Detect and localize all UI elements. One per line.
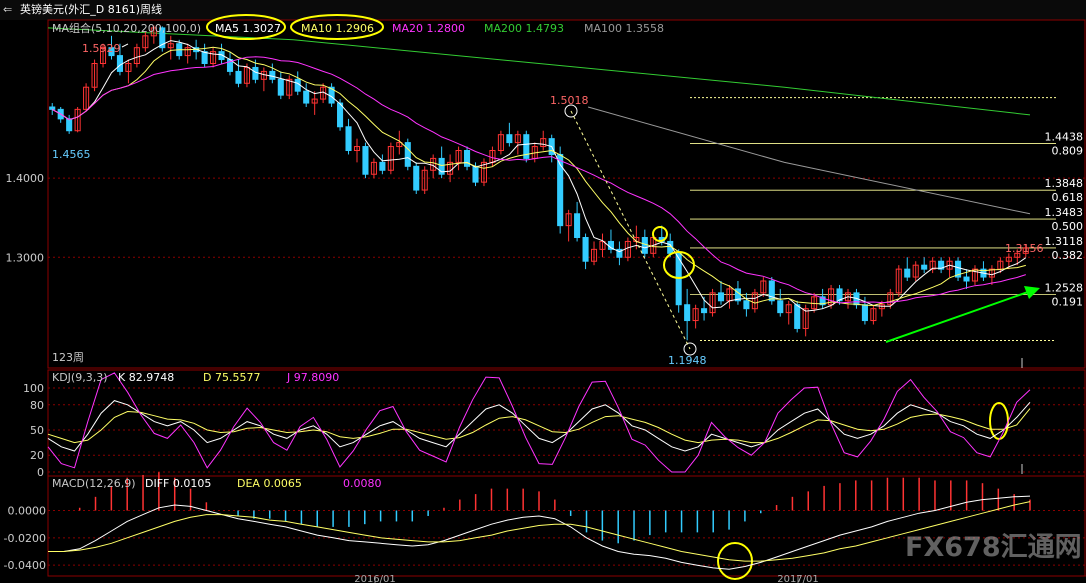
price-annotation-label: 1.5929 [82, 42, 121, 55]
time-axis-label: 2017/01 [777, 574, 819, 583]
legend-item: D 75.5577 [203, 371, 261, 384]
candle-body [684, 304, 691, 322]
candle-body [252, 66, 259, 80]
time-axis-label: 2016/01 [354, 574, 396, 583]
candle-body [362, 146, 369, 175]
fib-price-label: 1.3483 [1045, 206, 1084, 219]
candle-body [201, 51, 208, 64]
retracement-line [570, 110, 691, 350]
candle-body [794, 304, 801, 329]
macd-tick-label: 0.0000 [8, 505, 47, 518]
price-tick-label: 1.3000 [6, 251, 45, 264]
candle-body [379, 161, 386, 171]
legend-item: DEA 0.0065 [237, 477, 302, 490]
candle-body [404, 142, 411, 167]
candle-body [777, 300, 784, 314]
period-label: 123周 [52, 351, 84, 364]
legend-item: MA10 1.2906 [301, 22, 374, 35]
price-annotation-label: 1.1948 [668, 354, 707, 367]
candle-body [582, 237, 589, 262]
candle-body [921, 264, 928, 270]
legend-item: MA20 1.2800 [392, 22, 465, 35]
ma20-line [51, 56, 1026, 304]
high-pointer [121, 43, 129, 48]
candle-body [413, 165, 420, 191]
kdj-tick-label: 80 [30, 399, 44, 412]
candle-body [963, 276, 970, 282]
candle-body [506, 134, 513, 144]
fib-ratio-label: 0.618 [1052, 191, 1084, 204]
chart-svg: 1.3000 1.4000 0 20 50 80 100 0.0000 -0.0200 -0.04… [4, 14, 1086, 583]
kdj-tick-label: 0 [37, 466, 44, 479]
price-annotation-label: 1.4565 [52, 148, 91, 161]
fib-ratio-label: 0.500 [1052, 220, 1084, 233]
ma5-line [51, 40, 1027, 312]
legend-item: MA组合(5,10,20,200,100,0) [52, 22, 202, 35]
chart-stage: ⇐ 英镑美元(外汇_D 8161)周线 1.3000 1.4000 0 20 50 80 1… [0, 0, 1086, 583]
price-frame [47, 19, 1086, 369]
candle-body [717, 292, 725, 302]
fib-price-label: 1.3848 [1045, 177, 1084, 190]
legend-item: MACD(12,26,9) [52, 477, 136, 490]
kdj-d-line [47, 408, 1031, 444]
candle-body [345, 126, 352, 151]
legend-item: MA100 1.3558 [584, 22, 664, 35]
fib-ratio-label: 0.382 [1052, 249, 1084, 262]
fib-price-label: 1.2528 [1045, 282, 1084, 295]
legend-item: K 82.9748 [118, 371, 175, 384]
candle-body [574, 213, 581, 238]
candle-body [66, 118, 73, 132]
price-annotation-label: 1.3156 [1005, 242, 1044, 255]
highlight-circle [989, 402, 1009, 440]
ma200-line [47, 27, 1031, 116]
legend-item: KDJ(9,3,3) [52, 371, 108, 384]
candle-body [743, 300, 750, 310]
candle-body [904, 268, 911, 278]
candle-body [116, 55, 123, 72]
candle-body [235, 70, 242, 84]
kdj-tick-label: 100 [23, 382, 44, 395]
candle-body [701, 308, 708, 314]
fib-ratio-label: 0.191 [1052, 296, 1084, 309]
candle-body [641, 237, 648, 254]
candle-body [861, 304, 868, 322]
macd-tick-label: -0.0400 [4, 559, 46, 572]
ma100-line [587, 106, 1031, 215]
legend-item: DIFF 0.0105 [145, 477, 212, 490]
watermark: FX678汇通网 [905, 532, 1082, 563]
candle-body [277, 78, 284, 96]
candle-body [337, 102, 344, 128]
ma10-line [51, 46, 1026, 307]
candle-body [472, 165, 479, 183]
kdj-tick-label: 20 [30, 449, 44, 462]
fib-ratio-label: 0.809 [1052, 145, 1084, 158]
candle-body [303, 90, 310, 104]
candle-body [49, 106, 56, 110]
price-tick-label: 1.4000 [6, 172, 45, 185]
macd-tick-label: -0.0200 [4, 532, 46, 545]
fib-price-label: 1.3118 [1045, 235, 1084, 248]
legend-item: MA5 1.3027 [215, 22, 281, 35]
legend-item: MA200 1.4793 [484, 22, 564, 35]
legend-item: J 97.8090 [287, 371, 340, 384]
legend-item: 0.0080 [343, 477, 382, 490]
fib-price-label: 1.4438 [1045, 131, 1084, 144]
kdj-tick-label: 50 [30, 424, 44, 437]
